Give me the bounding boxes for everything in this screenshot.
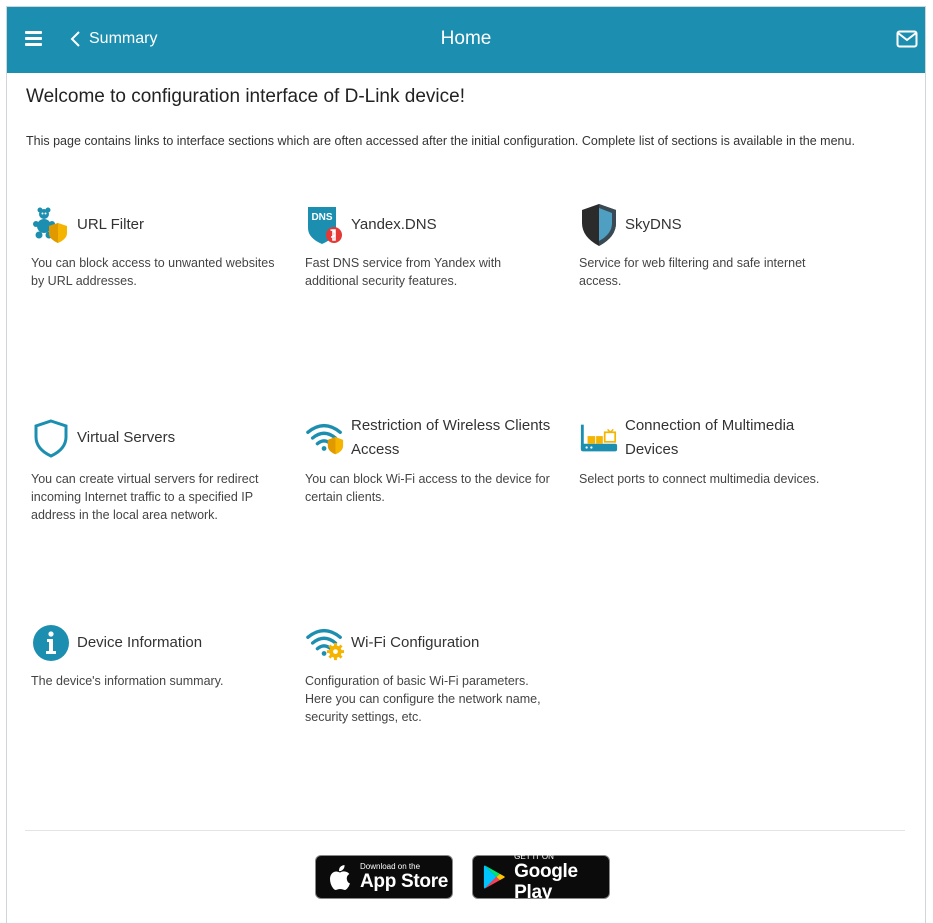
card-virtual-servers-link[interactable]: Virtual Servers xyxy=(31,414,281,462)
google-play-big-text: Google Play xyxy=(514,860,578,903)
card-multimedia-link[interactable]: Connection of Multimedia Devices xyxy=(579,414,829,462)
virtual-servers-shield-icon xyxy=(31,417,71,459)
card-title: URL Filter xyxy=(77,216,144,233)
dns-icon-text: DNS xyxy=(311,212,332,223)
card-wireless-restriction: Restriction of Wireless Clients Access Y… xyxy=(305,414,555,506)
card-title: Virtual Servers xyxy=(77,429,176,446)
app-store-big-text: App Store xyxy=(360,871,449,892)
card-title: Connection of Multimedia Devices xyxy=(625,417,795,458)
card-description: You can create virtual servers for redir… xyxy=(31,472,259,522)
card-description: You can block access to unwanted website… xyxy=(31,256,275,288)
app-store-button[interactable]: Download on the App Store xyxy=(315,855,453,899)
card-yandex-dns-link[interactable]: DNS Yandex.DNS xyxy=(305,204,555,246)
back-label: Summary xyxy=(89,30,158,47)
card-description: Select ports to connect multimedia devic… xyxy=(579,472,820,486)
card-title: Device Information xyxy=(77,634,203,651)
app-store-small-text: Download on the xyxy=(360,862,421,871)
welcome-heading: Welcome to configuration interface of D-… xyxy=(26,86,465,107)
mail-icon[interactable] xyxy=(896,30,918,48)
wifi-shield-icon xyxy=(305,417,345,459)
skydns-shield-icon xyxy=(579,204,619,246)
chevron-left-icon xyxy=(70,31,80,47)
card-wifi-configuration: Wi-Fi Configuration Configuration of bas… xyxy=(305,622,555,726)
card-wifi-configuration-link[interactable]: Wi-Fi Configuration xyxy=(305,622,555,664)
card-skydns-link[interactable]: SkyDNS xyxy=(579,204,829,246)
footer-divider xyxy=(25,830,905,831)
wifi-gear-icon xyxy=(305,622,345,664)
card-description: Fast DNS service from Yandex with additi… xyxy=(305,256,502,288)
google-play-icon xyxy=(483,865,505,889)
card-yandex-dns: DNS Yandex.DNS Fast DNS service from Yan… xyxy=(305,204,555,290)
multimedia-devices-icon xyxy=(579,417,619,459)
card-url-filter-link[interactable]: URL Filter xyxy=(31,204,281,246)
card-title: Yandex.DNS xyxy=(351,216,437,233)
yandex-dns-icon: DNS xyxy=(305,204,345,246)
card-url-filter: URL Filter You can block access to unwan… xyxy=(31,204,281,290)
back-to-summary-link[interactable]: Summary xyxy=(69,29,157,49)
intro-text: This page contains links to interface se… xyxy=(26,134,855,148)
google-play-button[interactable]: GET IT ON Google Play xyxy=(472,851,610,903)
hamburger-menu-icon[interactable] xyxy=(25,31,42,47)
card-title: Wi-Fi Configuration xyxy=(351,634,480,651)
card-description: Service for web filtering and safe inter… xyxy=(579,256,806,288)
google-play-small-text: GET IT ON xyxy=(514,851,554,861)
card-title: SkyDNS xyxy=(625,216,682,233)
card-description: The device's information summary. xyxy=(31,674,224,688)
url-filter-icon xyxy=(31,204,71,246)
apple-icon xyxy=(330,865,350,891)
card-wireless-restriction-link[interactable]: Restriction of Wireless Clients Access xyxy=(305,414,555,462)
top-bar: Summary Home xyxy=(7,7,925,73)
card-description: Configuration of basic Wi-Fi parameters.… xyxy=(305,674,541,724)
card-virtual-servers: Virtual Servers You can create virtual s… xyxy=(31,414,281,524)
card-title: Restriction of Wireless Clients Access xyxy=(351,417,551,458)
card-device-information-link[interactable]: Device Information xyxy=(31,622,281,664)
card-skydns: SkyDNS Service for web filtering and saf… xyxy=(579,204,829,290)
card-device-information: Device Information The device's informat… xyxy=(31,622,281,690)
card-multimedia: Connection of Multimedia Devices Select … xyxy=(579,414,829,488)
card-description: You can block Wi-Fi access to the device… xyxy=(305,472,550,504)
info-icon xyxy=(31,622,71,664)
